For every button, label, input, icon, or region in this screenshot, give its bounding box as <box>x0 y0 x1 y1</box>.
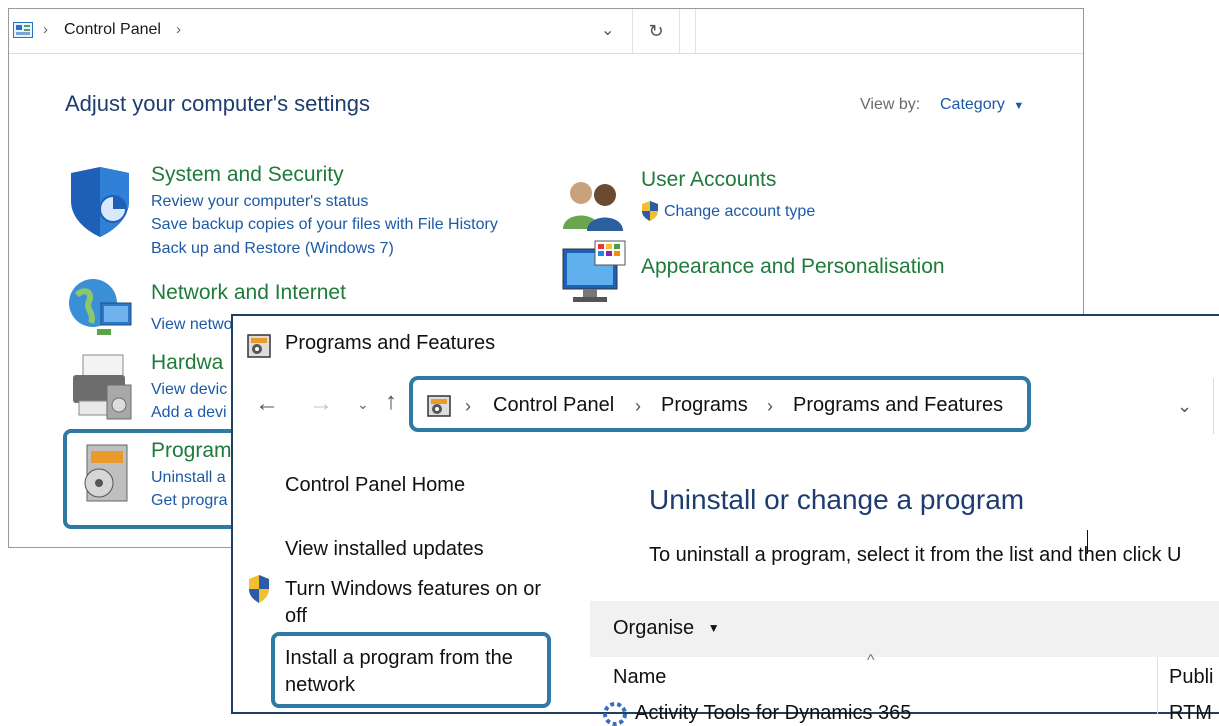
view-devices-link[interactable]: View devic <box>151 378 227 401</box>
user-accounts-heading[interactable]: User Accounts <box>641 168 776 192</box>
control-panel-icon <box>13 22 33 38</box>
breadcrumb-chevron-icon: › <box>176 21 181 38</box>
gear-icon <box>603 702 627 726</box>
install-network-line1: Install a program from the <box>285 647 513 669</box>
breadcrumb-chevron-icon: › <box>43 21 48 38</box>
system-security-heading[interactable]: System and Security <box>151 163 344 187</box>
uac-shield-icon <box>642 201 658 221</box>
view-installed-updates-link[interactable]: View installed updates <box>285 536 484 563</box>
view-by-value: Category <box>940 96 1005 113</box>
appearance-monitor-icon <box>562 240 626 302</box>
column-header-name[interactable]: Name <box>613 666 666 689</box>
organise-button[interactable]: Organise ▼ <box>613 617 720 640</box>
user-accounts-icon <box>563 182 623 231</box>
windows-features-link[interactable]: Turn Windows features on or off <box>285 576 541 630</box>
breadcrumb-control-panel[interactable]: Control Panel <box>493 394 614 417</box>
column-header-publisher[interactable]: Publi <box>1169 666 1213 689</box>
shield-icon <box>71 167 129 237</box>
up-arrow-icon[interactable]: ↑ <box>385 388 397 416</box>
programs-heading[interactable]: Program <box>151 439 232 463</box>
dropdown-arrow-icon: ▼ <box>707 621 720 635</box>
get-programs-link[interactable]: Get progra <box>151 489 227 512</box>
row-name: Activity Tools for Dynamics 365 <box>635 702 912 724</box>
windows-features-line2: off <box>285 605 307 627</box>
refresh-icon: ↻ <box>648 20 664 41</box>
window-title: Programs and Features <box>285 332 496 354</box>
uninstall-program-link[interactable]: Uninstall a <box>151 466 226 489</box>
cp-page-title: Adjust your computer's settings <box>65 91 371 116</box>
organise-label: Organise <box>613 617 695 639</box>
address-divider <box>1213 378 1214 434</box>
cp-address-bar: › Control Panel › ⌄ ↻ <box>9 9 1083 54</box>
breadcrumb-chevron-icon: › <box>465 396 471 416</box>
sort-ascending-icon: ^ <box>867 652 875 669</box>
page-heading: Uninstall or change a program <box>649 484 1025 515</box>
breadcrumb-chevron-icon: › <box>767 396 773 416</box>
install-network-line2: network <box>285 674 356 696</box>
address-dropdown-chevron-icon[interactable]: ⌄ <box>1177 396 1192 417</box>
programs-features-window: Programs and Features ← → ⌄ ↑ › Control … <box>231 314 1219 726</box>
back-arrow-icon[interactable]: ← <box>255 390 279 418</box>
cp-address-box[interactable]: › Control Panel › ⌄ <box>9 9 633 53</box>
view-network-link[interactable]: View netwo <box>151 313 233 336</box>
row-publisher: RTM <box>1169 702 1212 724</box>
network-internet-heading[interactable]: Network and Internet <box>151 281 346 305</box>
refresh-button[interactable]: ↻ <box>633 9 680 53</box>
backup-restore-link[interactable]: Back up and Restore (Windows 7) <box>151 237 394 260</box>
hardware-heading[interactable]: Hardwa <box>151 351 223 375</box>
forward-arrow-icon[interactable]: → <box>309 390 333 418</box>
recent-locations-chevron-icon[interactable]: ⌄ <box>357 396 369 413</box>
view-by-dropdown[interactable]: Category ▼ <box>940 96 1024 114</box>
breadcrumb-programs-features[interactable]: Programs and Features <box>793 394 1003 417</box>
dropdown-arrow-icon: ▼ <box>1013 100 1025 112</box>
appearance-heading[interactable]: Appearance and Personalisation <box>641 255 945 279</box>
chevron-down-icon[interactable]: ⌄ <box>601 20 614 40</box>
control-panel-home-link[interactable]: Control Panel Home <box>285 472 465 499</box>
install-from-network-link[interactable]: Install a program from the network <box>285 645 513 699</box>
file-history-link[interactable]: Save backup copies of your files with Fi… <box>151 213 498 236</box>
instruction-text: To uninstall a program, select it from t… <box>649 544 1182 566</box>
breadcrumb-chevron-icon: › <box>635 396 641 416</box>
uac-shield-icon <box>249 575 269 603</box>
windows-features-line1: Turn Windows features on or <box>285 578 542 600</box>
breadcrumb-programs[interactable]: Programs <box>661 394 748 417</box>
printer-icon <box>73 354 132 420</box>
view-by-label: View by: <box>860 96 921 113</box>
cp-breadcrumb-control-panel[interactable]: Control Panel <box>64 21 161 39</box>
change-account-type-link[interactable]: Change account type <box>664 200 815 223</box>
address-programs-icon <box>427 395 451 417</box>
add-device-link[interactable]: Add a devi <box>151 401 227 424</box>
network-globe-icon <box>69 279 132 335</box>
review-status-link[interactable]: Review your computer's status <box>151 190 368 213</box>
programs-features-icon <box>247 334 271 358</box>
cp-search-input[interactable] <box>695 9 1084 53</box>
programs-icon <box>84 444 128 502</box>
column-divider <box>1157 657 1158 715</box>
